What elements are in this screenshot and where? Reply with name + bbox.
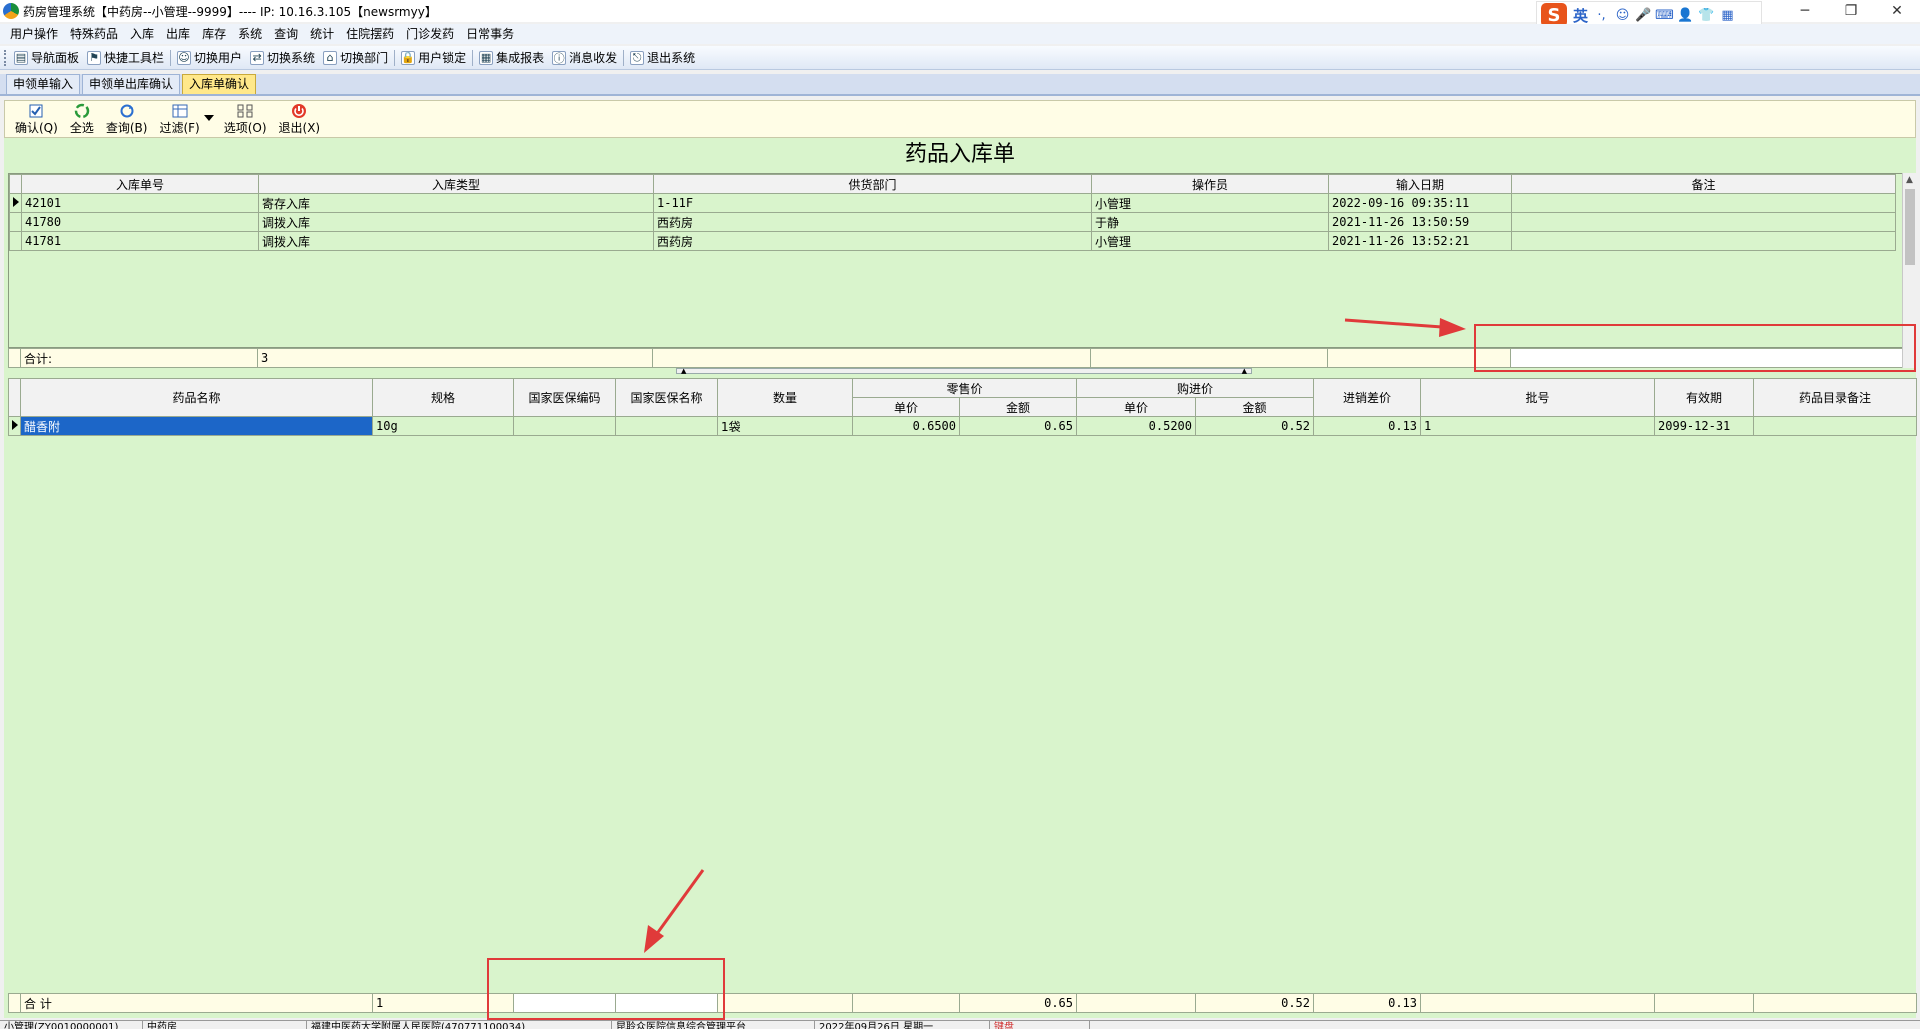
status-date: 2022年09月26日 星期一: [815, 1021, 990, 1029]
status-bar: 小管理(ZY0010000001) 中药房 福建中医药大学附属人民医院(4707…: [0, 1020, 1920, 1029]
status-user: 小管理(ZY0010000001): [0, 1021, 143, 1029]
annotation-arrow-remark: [1344, 318, 1466, 337]
annotation-arrows: [644, 318, 1466, 953]
status-hospital: 福建中医药大学附属人民医院(470771100034): [307, 1021, 612, 1029]
status-keyboard: 键盘: [990, 1021, 1090, 1029]
status-platform: 昆聆众医院信息综合管理平台: [612, 1021, 815, 1029]
annotation-arrow-nhsa: [644, 869, 705, 953]
status-department: 中药房: [143, 1021, 307, 1029]
